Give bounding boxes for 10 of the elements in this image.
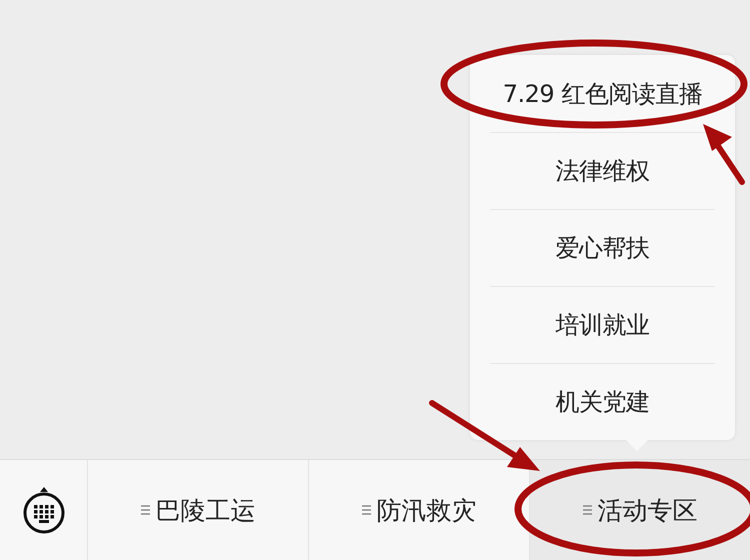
menu-icon xyxy=(362,505,370,515)
menu-icon xyxy=(140,505,150,515)
submenu-item[interactable]: 机关党建 xyxy=(490,363,715,440)
keyboard-icon xyxy=(22,486,66,534)
menu-tab[interactable]: 巴陵工运 xyxy=(88,460,309,560)
menu-icon xyxy=(582,505,592,515)
submenu-item[interactable]: 爱心帮扶 xyxy=(490,209,715,286)
annotation-arrow xyxy=(703,124,745,185)
submenu-item[interactable]: 7.29 红色阅读直播 xyxy=(490,55,715,132)
submenu-item[interactable]: 培训就业 xyxy=(490,286,715,363)
